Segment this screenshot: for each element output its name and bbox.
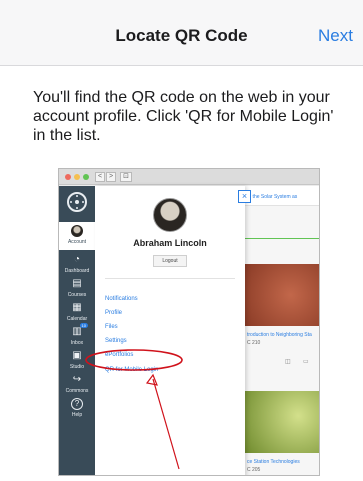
highlight-circle xyxy=(85,349,183,371)
highlight-annotation xyxy=(85,349,183,470)
profile-screenshot-illustration: < > ⊡ Account ◔ Dashboard ▤ Courses ▦ Ca… xyxy=(58,168,320,476)
next-button[interactable]: Next xyxy=(318,26,353,46)
navigation-bar: Locate QR Code Next xyxy=(0,0,363,66)
page-title: Locate QR Code xyxy=(115,26,248,45)
instruction-text: You'll find the QR code on the web in yo… xyxy=(33,89,334,144)
pointer-arrow-shaft xyxy=(152,378,180,470)
pointer-arrow-head xyxy=(145,373,158,386)
